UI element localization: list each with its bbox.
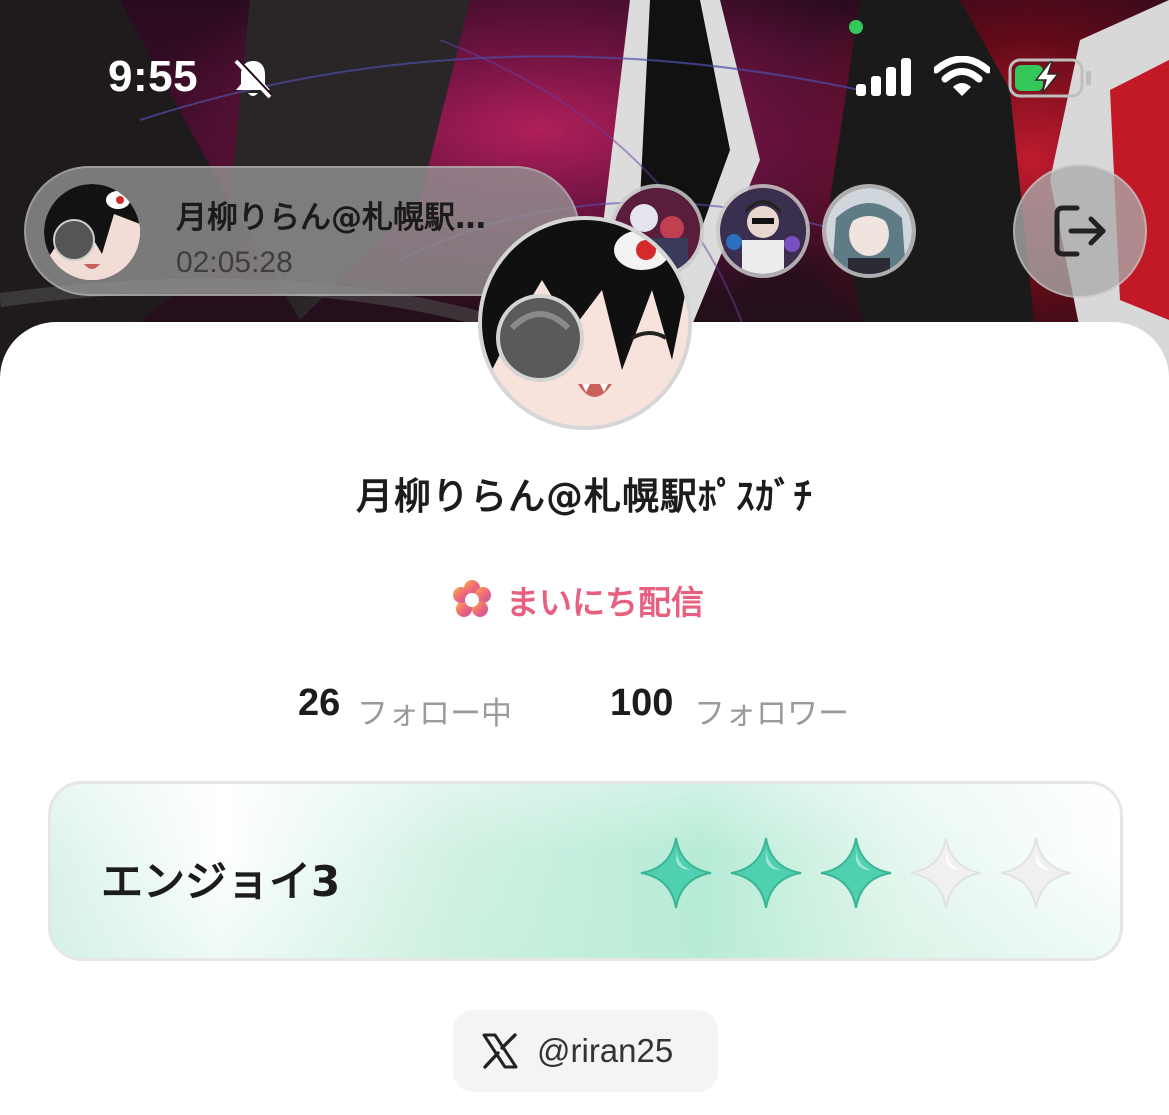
battery-charging-icon [1008,58,1091,98]
rank-star-empty [1000,837,1072,909]
rank-star-filled [730,837,802,909]
streamer-name: 月柳りらん@札幌駅… [176,200,486,236]
cellular-signal-icon [856,58,911,96]
following-label[interactable]: フォロー中 [357,688,512,733]
daily-stream-badge[interactable]: まいにち配信 [452,578,704,622]
followers-label[interactable]: フォロワー [694,688,849,733]
bell-slash-icon [234,58,273,99]
x-account-link[interactable]: @riran25 [453,1010,718,1092]
privacy-indicator-dot [849,20,863,34]
follow-stats: 26 フォロー中 100 フォロワー [0,682,1169,732]
flower-badge-icon [453,580,491,617]
x-logo-icon [482,1033,518,1069]
status-time: 9:55 [108,52,199,101]
rank-star-filled [820,837,892,909]
rank-label: エンジョイ3 [101,857,341,906]
x-handle: @riran25 [537,1032,674,1069]
exit-door-arrow-icon [1054,205,1106,257]
viewer-avatar[interactable] [716,184,810,278]
viewer-avatar[interactable] [822,184,916,278]
rank-card[interactable]: エンジョイ3 [48,781,1123,961]
profile-display-name: 月柳りらん@札幌駅ﾎﾟｽｶﾞﾁ [356,475,813,518]
following-count[interactable]: 26 [298,682,340,725]
wifi-icon [934,56,990,96]
daily-stream-label: まいにち配信 [506,583,704,622]
profile-avatar[interactable] [478,216,692,430]
streamer-avatar[interactable] [44,184,140,280]
stream-elapsed-time: 02:05:28 [176,246,293,279]
exit-stream-button[interactable] [1013,164,1147,298]
rank-star-filled [640,837,712,909]
rank-star-empty [910,837,982,909]
followers-count[interactable]: 100 [610,682,673,725]
